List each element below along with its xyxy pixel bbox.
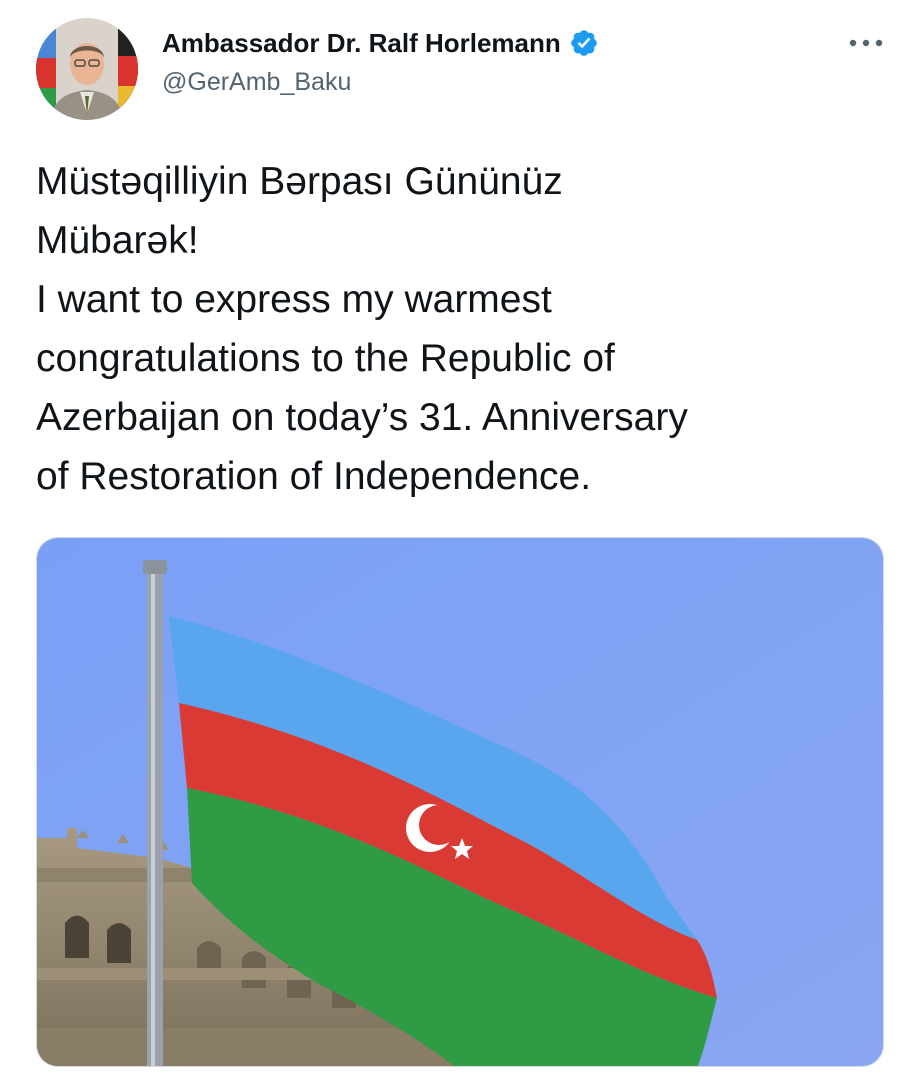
more-options-button[interactable]	[844, 28, 888, 58]
avatar[interactable]	[36, 18, 138, 120]
azerbaijan-flag-photo	[37, 538, 883, 1066]
tweet-photo[interactable]	[36, 537, 884, 1067]
tweet-text: Müstəqilliyin Bərpası Gününüz Mübarək! I…	[36, 160, 688, 498]
more-horizontal-icon	[849, 39, 883, 47]
tweet-card: Ambassador Dr. Ralf Horlemann @GerAmb_Ba…	[0, 0, 920, 1080]
author-handle[interactable]: @GerAmb_Baku	[162, 66, 599, 98]
author-display-name[interactable]: Ambassador Dr. Ralf Horlemann	[162, 26, 561, 60]
author-info: Ambassador Dr. Ralf Horlemann @GerAmb_Ba…	[162, 26, 599, 98]
author-name-row[interactable]: Ambassador Dr. Ralf Horlemann	[162, 26, 599, 60]
verified-badge-icon	[569, 28, 599, 58]
